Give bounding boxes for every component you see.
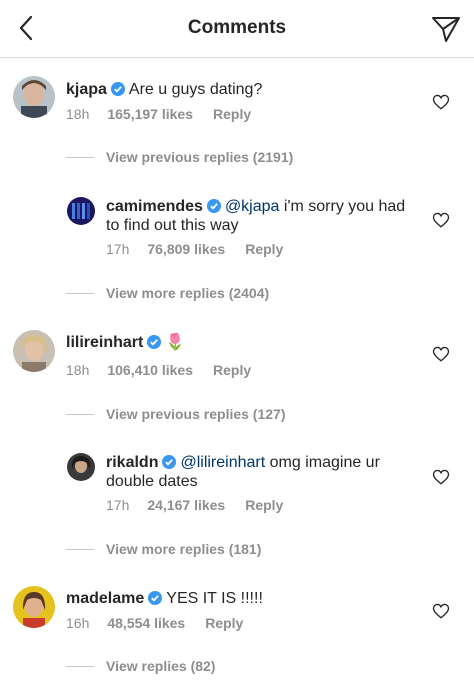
comment-time: 17h: [106, 497, 130, 513]
avatar[interactable]: [13, 330, 55, 372]
likes-count[interactable]: 24,167 likes: [147, 497, 225, 513]
comment-body-line2: double dates: [106, 473, 198, 490]
avatar[interactable]: [67, 197, 95, 225]
view-replies-label: View more replies (2404): [106, 285, 270, 301]
comment-time: 18h: [66, 106, 90, 122]
comment-item: lilireinhart 🌷 18h 106,410 likes Reply: [0, 330, 474, 380]
comment-text: kjapa Are u guys dating?: [66, 80, 262, 99]
comment-meta: 16h 48,554 likes Reply: [66, 615, 261, 631]
mention-link[interactable]: @kjapa: [225, 198, 280, 215]
comment-body: omg imagine ur: [265, 454, 380, 471]
avatar[interactable]: [13, 586, 55, 628]
share-button[interactable]: [428, 11, 464, 47]
heart-icon[interactable]: [432, 345, 450, 363]
divider: [66, 666, 94, 667]
comment-time: 17h: [106, 241, 130, 257]
divider: [66, 293, 94, 294]
divider: [66, 157, 94, 158]
comment-time: 18h: [66, 362, 90, 378]
heart-icon[interactable]: [432, 93, 450, 111]
page-title: Comments: [187, 17, 287, 38]
likes-count[interactable]: 106,410 likes: [107, 362, 193, 378]
likes-count[interactable]: 48,554 likes: [107, 615, 185, 631]
header-bar: Comments: [0, 0, 474, 58]
avatar[interactable]: [67, 453, 95, 481]
view-replies-link[interactable]: View more replies (2404): [0, 284, 474, 304]
comment-body: Are u guys dating?: [128, 81, 263, 98]
username[interactable]: camimendes: [106, 198, 203, 215]
reply-button[interactable]: Reply: [245, 497, 283, 513]
comment-body: i'm sorry you had: [279, 198, 406, 215]
comment-text: camimendes @kjapa i'm sorry you had to fin…: [106, 197, 446, 235]
comment-text: rikaldn @lilireinhart omg imagine ur doubl…: [106, 453, 446, 491]
view-replies-label: View previous replies (2191): [106, 149, 294, 165]
verified-badge-icon: [162, 455, 177, 469]
verified-badge-icon: [206, 199, 221, 213]
username[interactable]: kjapa: [66, 81, 107, 98]
view-replies-label: View more replies (181): [106, 541, 262, 557]
comment-meta: 18h 106,410 likes Reply: [66, 362, 269, 378]
comment-text: lilireinhart 🌷: [66, 333, 185, 352]
verified-badge-icon: [148, 591, 163, 605]
verified-badge-icon: [147, 335, 162, 349]
view-replies-link[interactable]: View previous replies (2191): [0, 148, 474, 168]
tulip-emoji: 🌷: [165, 334, 186, 351]
comment-meta: 17h 76,809 likes Reply: [106, 241, 301, 257]
likes-count[interactable]: 76,809 likes: [147, 241, 225, 257]
username[interactable]: lilireinhart: [66, 334, 143, 351]
comment-time: 16h: [66, 615, 90, 631]
comment-meta: 18h 165,197 likes Reply: [66, 106, 269, 122]
comment-item: kjapa Are u guys dating? 18h 165,197 likes…: [0, 76, 474, 126]
comment-item: madelame YES IT IS !!!!! 16h 48,554 likes R…: [0, 586, 474, 636]
heart-icon[interactable]: [432, 211, 450, 229]
reply-button[interactable]: Reply: [213, 362, 251, 378]
view-replies-label: View replies (82): [106, 658, 216, 674]
view-replies-label: View previous replies (127): [106, 406, 286, 422]
reply-button[interactable]: Reply: [205, 615, 243, 631]
reply-button[interactable]: Reply: [213, 106, 251, 122]
view-replies-link[interactable]: View more replies (181): [0, 540, 474, 560]
divider: [66, 414, 94, 415]
comment-meta: 17h 24,167 likes Reply: [106, 497, 301, 513]
username[interactable]: madelame: [66, 590, 144, 607]
comment-item: camimendes @kjapa i'm sorry you had to fin…: [0, 195, 474, 260]
comment-body: YES IT IS !!!!!: [166, 590, 263, 607]
heart-icon[interactable]: [432, 602, 450, 620]
comment-text: madelame YES IT IS !!!!!: [66, 589, 263, 608]
heart-icon[interactable]: [432, 468, 450, 486]
verified-badge-icon: [110, 82, 125, 96]
likes-count[interactable]: 165,197 likes: [107, 106, 193, 122]
comment-body-line2: to find out this way: [106, 217, 239, 234]
view-replies-link[interactable]: View replies (82): [0, 657, 474, 677]
avatar[interactable]: [13, 76, 55, 118]
mention-link[interactable]: @lilireinhart: [180, 454, 265, 471]
username[interactable]: rikaldn: [106, 454, 158, 471]
reply-button[interactable]: Reply: [245, 241, 283, 257]
divider: [66, 549, 94, 550]
comment-item: rikaldn @lilireinhart omg imagine ur doubl…: [0, 452, 474, 517]
paper-plane-icon: [432, 17, 460, 42]
view-replies-link[interactable]: View previous replies (127): [0, 405, 474, 425]
